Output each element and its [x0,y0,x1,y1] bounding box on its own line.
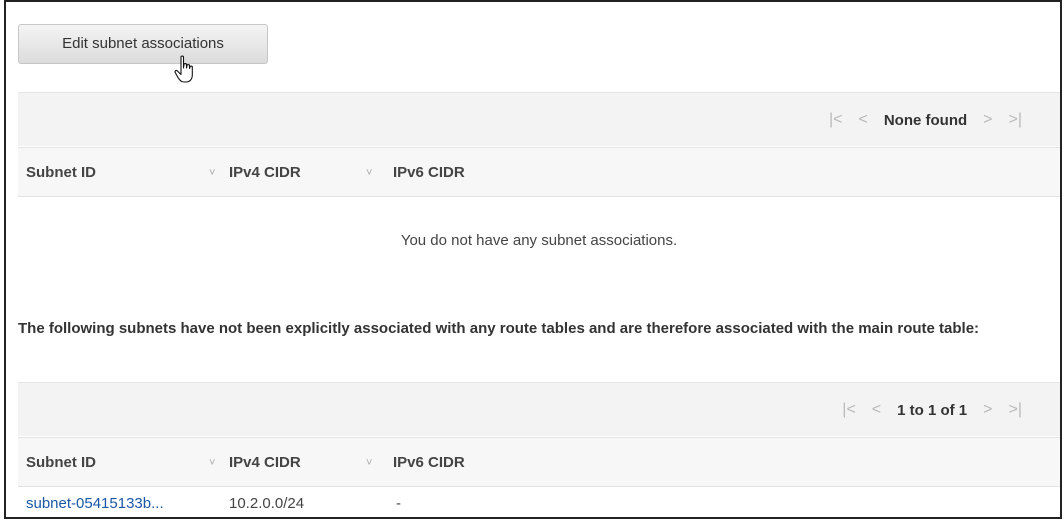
last-page-button[interactable]: >| [1009,401,1023,419]
table-row[interactable]: subnet-05415133b... 10.2.0.0/24 - [18,487,1060,517]
previous-page-button[interactable]: < [858,111,867,129]
main-route-table-note: The following subnets have not been expl… [18,320,980,337]
last-page-button[interactable]: >| [1009,111,1023,129]
column-header-ipv4-cidr[interactable]: IPv4 CIDR [229,438,301,488]
first-page-button[interactable]: |< [842,401,856,419]
edit-subnet-associations-button[interactable]: Edit subnet associations [18,24,268,64]
explicit-table-toolbar: |< < None found > >| [18,92,1060,146]
sort-icon[interactable]: ˅ [209,438,215,488]
column-header-ipv6-cidr[interactable]: IPv6 CIDR [393,438,465,488]
sort-icon[interactable]: ˅ [209,148,215,198]
ipv4-cidr-cell: 10.2.0.0/24 [229,495,305,512]
main-table-pager: |< < 1 to 1 of 1 > >| [834,383,1030,437]
column-header-subnet-id[interactable]: Subnet ID [26,148,96,198]
next-page-button[interactable]: > [983,111,992,129]
next-page-button[interactable]: > [983,401,992,419]
column-header-subnet-id[interactable]: Subnet ID [26,438,96,488]
empty-associations-message: You do not have any subnet associations. [400,232,678,249]
column-header-ipv6-cidr[interactable]: IPv6 CIDR [393,148,465,198]
main-table-header: Subnet ID ˅ IPv4 CIDR ˅ IPv6 CIDR [18,437,1060,487]
hand-pointer-icon [174,55,193,83]
sort-icon[interactable]: ˅ [366,438,372,488]
ipv6-cidr-cell: - [396,495,401,512]
first-page-button[interactable]: |< [829,111,843,129]
column-header-ipv4-cidr[interactable]: IPv4 CIDR [229,148,301,198]
previous-page-button[interactable]: < [872,401,881,419]
explicit-table-pager: |< < None found > >| [821,93,1030,147]
pager-status: 1 to 1 of 1 [897,401,968,419]
subnet-id-link[interactable]: subnet-05415133b... [26,487,164,517]
main-table-toolbar: |< < 1 to 1 of 1 > >| [18,382,1060,436]
subnet-associations-panel: Edit subnet associations |< < None found… [4,0,1062,519]
pager-status: None found [883,111,968,129]
explicit-table-header: Subnet ID ˅ IPv4 CIDR ˅ IPv6 CIDR [18,147,1060,197]
sort-icon[interactable]: ˅ [366,148,372,198]
